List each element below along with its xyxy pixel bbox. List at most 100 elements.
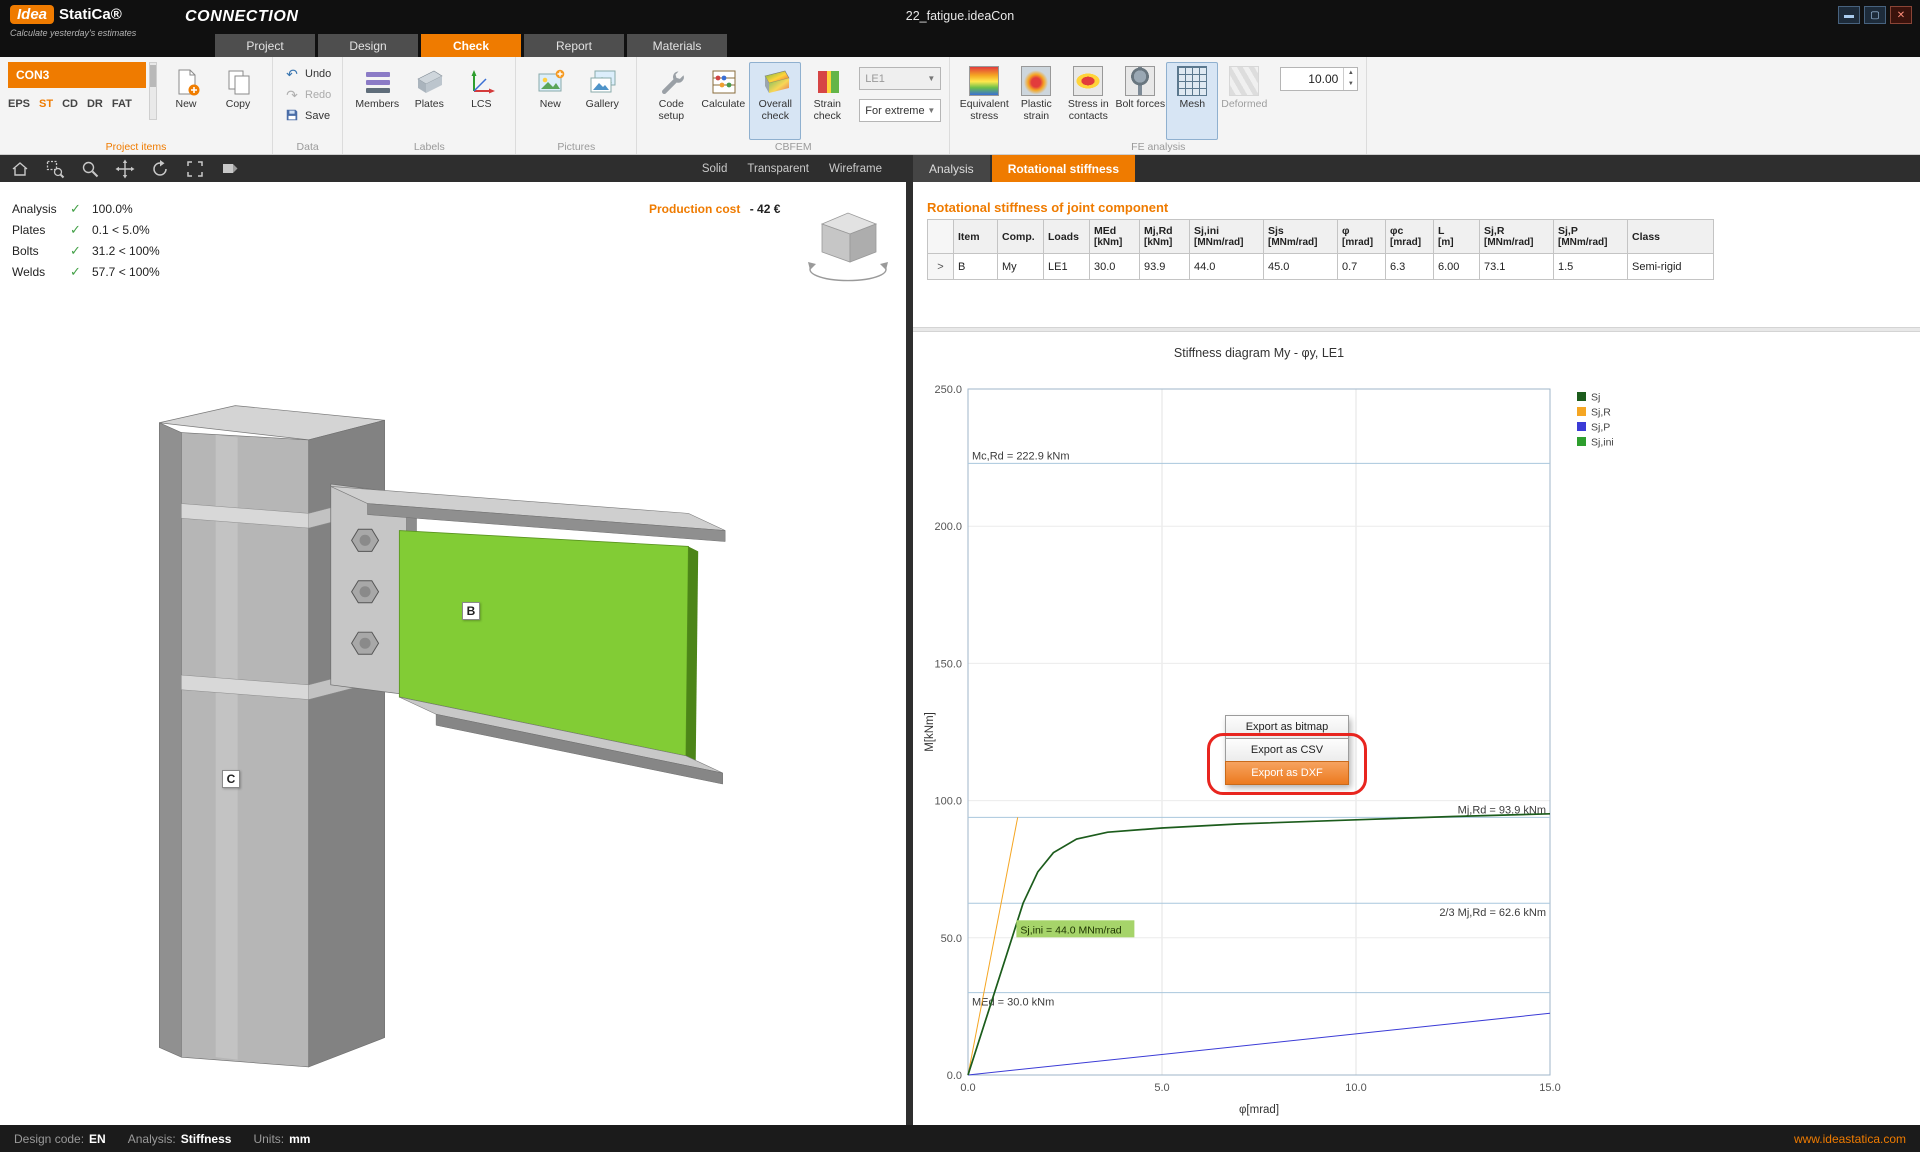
- new-project-item-button[interactable]: New: [160, 62, 212, 140]
- results-splitter[interactable]: [913, 327, 1920, 332]
- close-button[interactable]: ✕: [1890, 6, 1912, 24]
- app-window: { "colors": {"accent": "#ef7b00", "model…: [0, 0, 1920, 1152]
- deformed-icon: [1229, 66, 1260, 96]
- ribbon-tab-project[interactable]: Project: [215, 34, 315, 57]
- table-row[interactable]: > B My LE1 30.0 93.9 44.0 45.0 0.7 6.3 6.00 73.1 1.5…: [927, 253, 1714, 280]
- website-link[interactable]: www.ideastatica.com: [1794, 1132, 1906, 1146]
- navigation-cube[interactable]: [800, 200, 896, 286]
- zoom-window-icon[interactable]: [45, 159, 65, 179]
- clipping-icon[interactable]: [220, 159, 240, 179]
- code-setup-button[interactable]: Code setup: [645, 62, 697, 140]
- extreme-dropdown[interactable]: For extreme ▼: [859, 99, 942, 122]
- copy-project-item-button[interactable]: Copy: [212, 62, 264, 140]
- minimize-button[interactable]: ▬: [1838, 6, 1860, 24]
- plates-button[interactable]: Plates: [403, 62, 455, 140]
- stress-contacts-button[interactable]: Stress in contacts: [1062, 62, 1114, 140]
- rotate-icon[interactable]: [150, 159, 170, 179]
- menu-item-export-as-bitmap[interactable]: Export as bitmap: [1225, 715, 1349, 739]
- calculate-button[interactable]: Calculate: [697, 62, 749, 140]
- results-tab-bar: Analysis Rotational stiffness: [913, 155, 1920, 182]
- view-mode-solid[interactable]: Solid: [702, 163, 728, 175]
- legend-swatch: [1577, 407, 1586, 416]
- lcs-button[interactable]: LCS: [455, 62, 507, 140]
- x-axis-label: φ[mrad]: [1239, 1104, 1279, 1116]
- members-button[interactable]: Members: [351, 62, 403, 140]
- spinner-down-icon[interactable]: ▼: [1344, 79, 1357, 90]
- column-header: Class: [1627, 219, 1714, 254]
- column-unit: [mrad]: [1390, 236, 1422, 248]
- mode-eps[interactable]: EPS: [8, 98, 30, 110]
- ribbon-tab-check[interactable]: Check: [421, 34, 521, 57]
- load-effect-value: LE1: [865, 72, 885, 85]
- deformed-button[interactable]: Deformed: [1218, 62, 1270, 140]
- tab-analysis[interactable]: Analysis: [913, 155, 990, 182]
- row-expander-icon[interactable]: >: [927, 253, 954, 280]
- new-picture-button[interactable]: New: [524, 62, 576, 140]
- strain-check-button[interactable]: Strain check: [801, 62, 853, 140]
- undo-button[interactable]: ↶ Undo: [281, 64, 334, 83]
- spinner-arrows[interactable]: ▲ ▼: [1343, 68, 1357, 90]
- connection-model[interactable]: [147, 386, 735, 1078]
- tab-rotational-stiffness[interactable]: Rotational stiffness: [991, 155, 1136, 182]
- plastic-strain-button[interactable]: Plastic strain: [1010, 62, 1062, 140]
- column-header: L [m]: [1433, 219, 1480, 254]
- table-cell: B: [953, 253, 998, 280]
- fit-view-icon[interactable]: [185, 159, 205, 179]
- mode-fat[interactable]: FAT: [112, 98, 132, 110]
- column-header: φc [mrad]: [1385, 219, 1434, 254]
- chevron-down-icon: ▼: [927, 74, 936, 83]
- redo-button[interactable]: ↷ Redo: [281, 85, 334, 104]
- viewport-canvas[interactable]: Analysis ✓ 100.0% Plates ✓ 0.1 < 5.0% Bolts ✓ 31…: [0, 182, 906, 1125]
- column-name: Class: [1632, 230, 1661, 243]
- plates-icon: [414, 66, 444, 96]
- group-label-data: Data: [296, 141, 319, 153]
- menu-item-export-as-dxf[interactable]: Export as DXF: [1225, 761, 1349, 785]
- pan-icon[interactable]: [115, 159, 135, 179]
- panel-splitter[interactable]: [906, 155, 913, 1125]
- save-icon: [284, 108, 300, 124]
- ribbon-tab-materials[interactable]: Materials: [627, 34, 727, 57]
- strain-check-label: Strain check: [813, 98, 842, 122]
- table-cell: LE1: [1043, 253, 1090, 280]
- mode-dr[interactable]: DR: [87, 98, 103, 110]
- group-label-project-items: Project items: [105, 141, 167, 153]
- maximize-button[interactable]: ▢: [1864, 6, 1886, 24]
- save-button[interactable]: Save: [281, 106, 334, 125]
- home-view-icon[interactable]: [10, 159, 30, 179]
- project-items-scrollbar[interactable]: [149, 62, 157, 120]
- spinner-up-icon[interactable]: ▲: [1344, 68, 1357, 79]
- equivalent-stress-button[interactable]: Equivalent stress: [958, 62, 1010, 140]
- column-unit: [MNm/rad]: [1194, 236, 1244, 248]
- bolt-forces-button[interactable]: Bolt forces: [1114, 62, 1166, 140]
- check-pass-icon: ✓: [70, 200, 81, 216]
- window-controls: ▬ ▢ ✕: [1838, 6, 1912, 24]
- mesh-button[interactable]: Mesh: [1166, 62, 1219, 140]
- legend-label: Sj,P: [1591, 422, 1610, 434]
- ribbon-group-pictures: New Gallery Pictures: [516, 57, 638, 154]
- viewport-3d[interactable]: Solid Transparent Wireframe Analysis ✓ 100.0…: [0, 155, 906, 1125]
- deformation-scale-spinner[interactable]: 10.00 ▲ ▼: [1280, 67, 1359, 91]
- load-effect-dropdown[interactable]: LE1 ▼: [859, 67, 942, 90]
- svg-text:15.0: 15.0: [1539, 1082, 1560, 1094]
- menu-item-export-as-csv[interactable]: Export as CSV: [1225, 738, 1349, 762]
- check-value: 31.2 < 100%: [92, 243, 160, 258]
- ribbon-tab-report[interactable]: Report: [524, 34, 624, 57]
- project-item-selector[interactable]: CON3: [8, 62, 146, 88]
- gallery-button[interactable]: Gallery: [576, 62, 628, 140]
- title-bar: Idea StatiCa® Calculate yesterday's esti…: [0, 0, 1920, 57]
- view-mode-wireframe[interactable]: Wireframe: [829, 163, 882, 175]
- zoom-icon[interactable]: [80, 159, 100, 179]
- view-mode-transparent[interactable]: Transparent: [747, 163, 809, 175]
- sjini-annotation: Sj,ini = 44.0 MNm/rad: [1020, 924, 1121, 936]
- ribbon-tab-design[interactable]: Design: [318, 34, 418, 57]
- reference-line-label: MEd = 30.0 kNm: [972, 997, 1054, 1009]
- check-name: Analysis: [12, 201, 57, 216]
- deformed-label: Deformed: [1221, 98, 1268, 110]
- mode-cd[interactable]: CD: [62, 98, 78, 110]
- ribbon: CON3 EPS ST CD DR FAT New Copy Project items…: [0, 57, 1920, 155]
- legend-label: Sj: [1591, 392, 1600, 404]
- overall-check-button[interactable]: Overall check: [749, 62, 802, 140]
- y-axis-label: M[kNm]: [924, 712, 936, 752]
- column-header: Loads: [1043, 219, 1090, 254]
- mode-st[interactable]: ST: [39, 98, 53, 110]
